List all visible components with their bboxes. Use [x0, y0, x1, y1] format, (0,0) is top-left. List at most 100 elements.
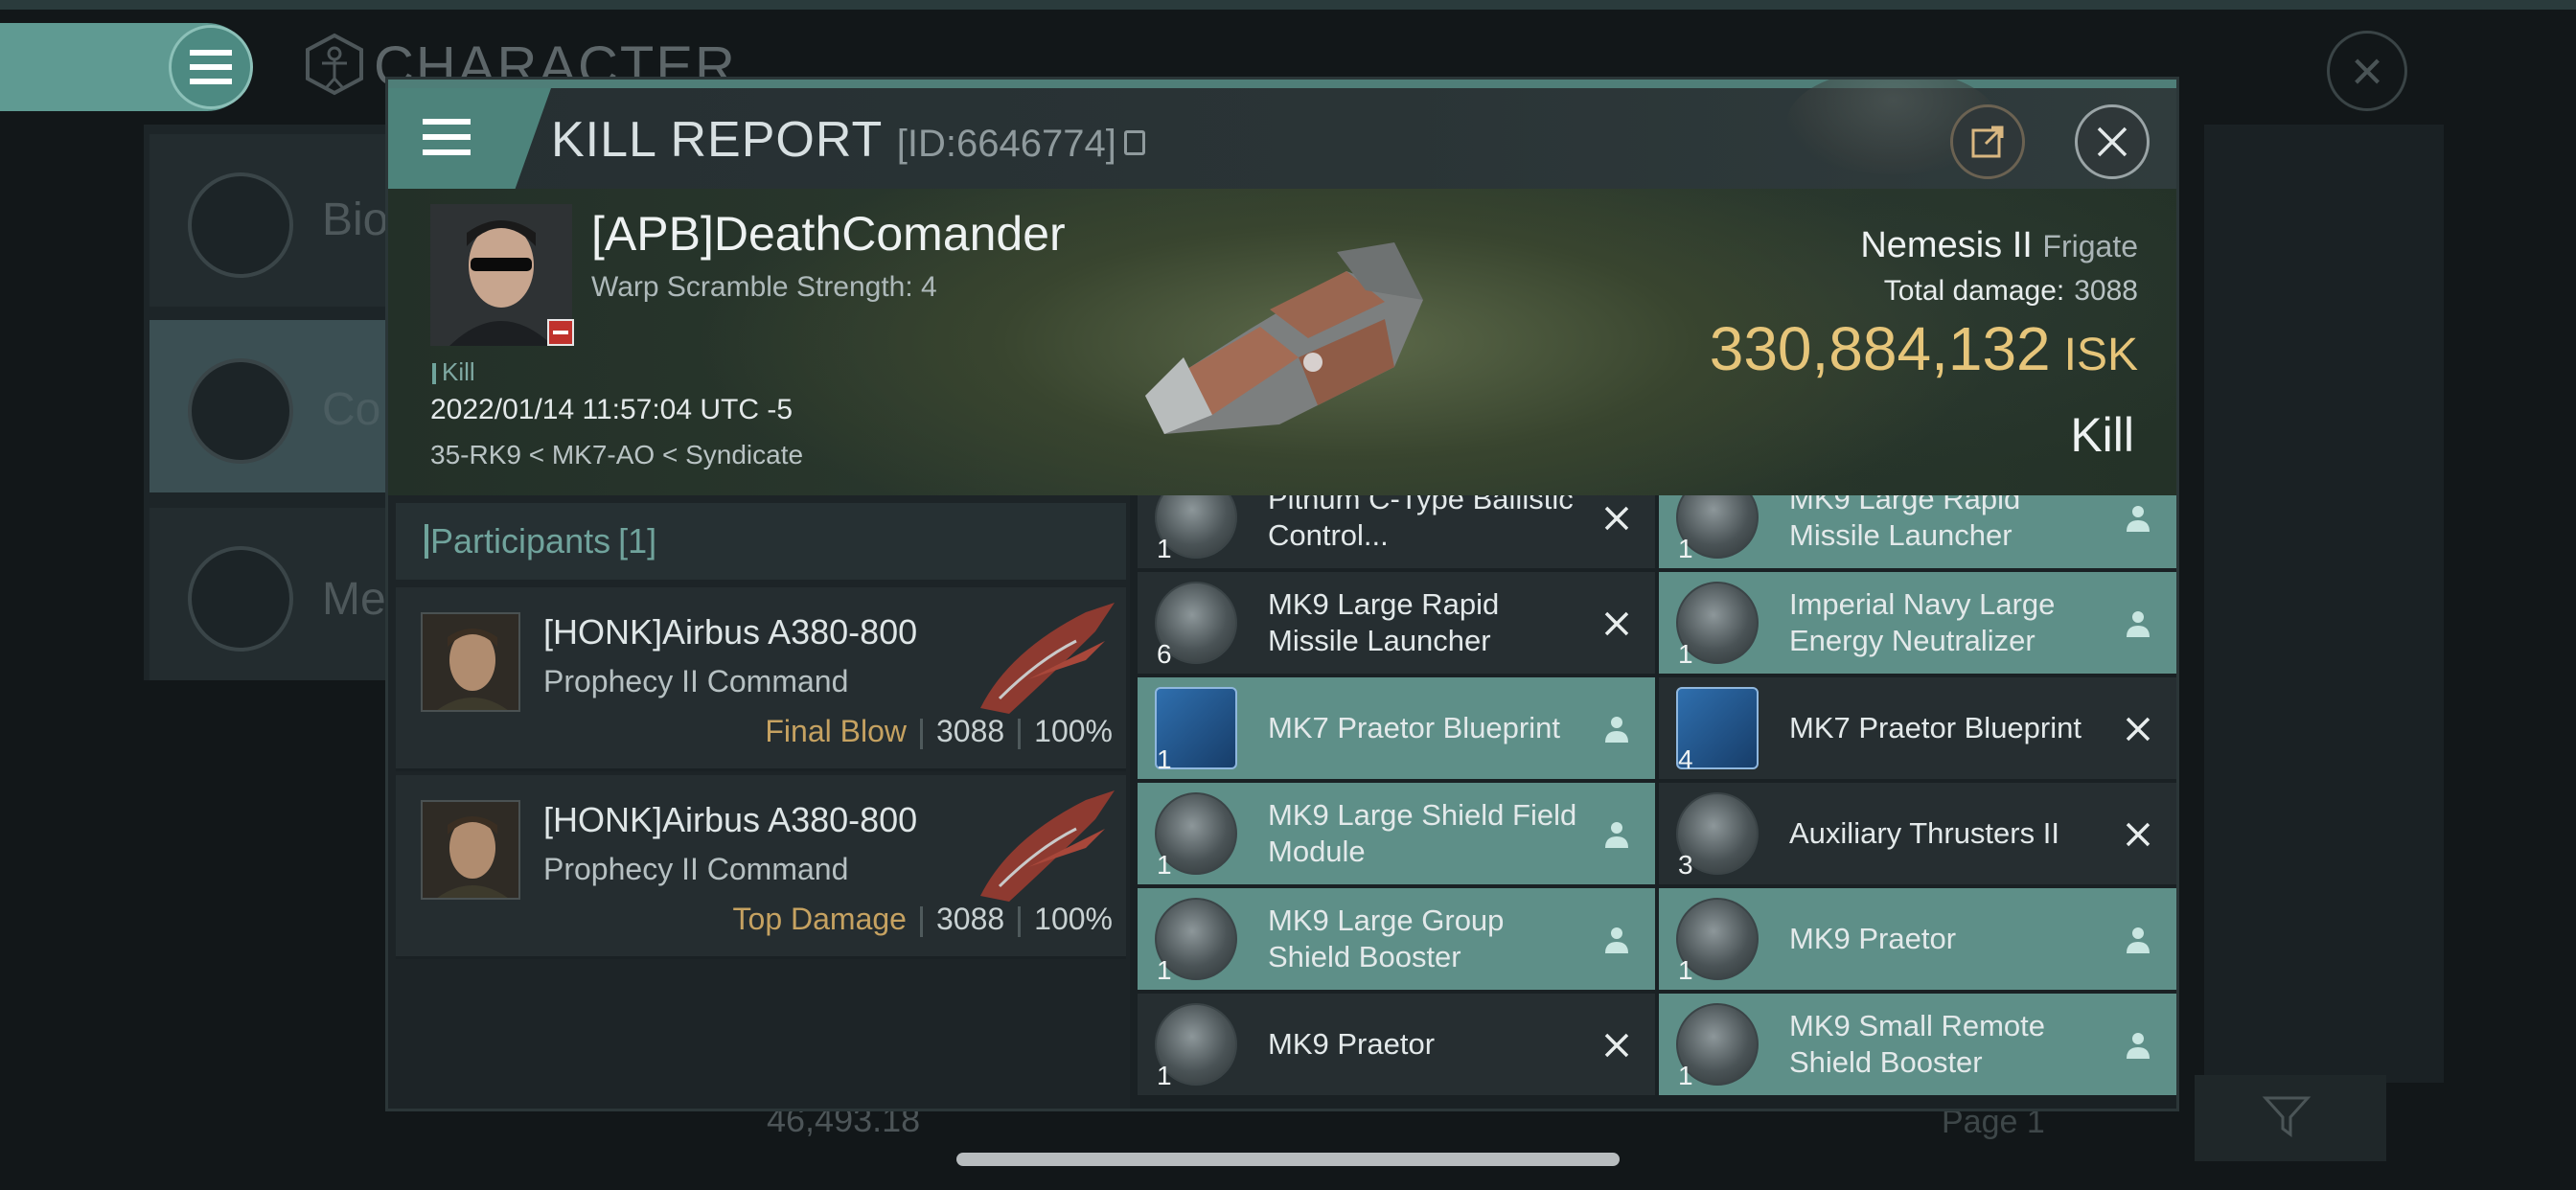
- item-quantity: 6: [1157, 639, 1172, 669]
- participant-damage: 3088: [935, 902, 1005, 936]
- crossed-swords-icon: [188, 358, 293, 464]
- item-dropped[interactable]: 1 MK9 Large Rapid Missile Launcher: [1659, 495, 2176, 568]
- item-name: MK9 Small Remote Shield Booster: [1789, 1009, 2046, 1079]
- participant-damage: 3088: [935, 714, 1005, 748]
- participants-header: Participants [1]: [396, 503, 1126, 580]
- modal-title: KILL REPORT [ID:6646774]: [551, 111, 1145, 169]
- item-dropped[interactable]: 1 MK9 Praetor: [1659, 888, 2176, 990]
- destroyed-x-icon: [2119, 710, 2157, 748]
- item-quantity: 1: [1157, 534, 1172, 563]
- destroyed-x-icon: [1598, 1026, 1636, 1064]
- participant-stats: Final Blow 3088 100%: [765, 714, 1113, 749]
- item-destroyed[interactable]: 4 MK7 Praetor Blueprint: [1659, 677, 2176, 779]
- participant-row[interactable]: [HONK]Airbus A380-800 Prophecy II Comman…: [396, 587, 1126, 771]
- close-button[interactable]: [2075, 104, 2150, 179]
- kill-tag-label: Kill: [442, 357, 475, 386]
- background-right-panel: [2204, 125, 2444, 1083]
- kill-tag: Kill: [432, 357, 475, 387]
- total-damage-value: 3088: [2074, 275, 2138, 307]
- participants-label: Participants: [430, 521, 611, 561]
- copy-icon[interactable]: [1123, 130, 1145, 156]
- item-name: MK9 Praetor: [1268, 1027, 1436, 1061]
- character-icon: [306, 33, 363, 96]
- filter-button[interactable]: [2195, 1075, 2386, 1161]
- items-grid: 1 Pithum C-Type Ballistic Control... 1 MK9 …: [1136, 495, 2176, 1109]
- kill-id: [ID:6646774]: [896, 123, 1116, 165]
- participant-percent: 100%: [1034, 902, 1113, 936]
- item-name: Auxiliary Thrusters II: [1789, 816, 2059, 850]
- kill-outcome: Kill: [2070, 408, 2134, 462]
- item-quantity: 1: [1678, 534, 1693, 563]
- filter-icon: [2262, 1096, 2312, 1137]
- item-dropped[interactable]: 1 MK9 Small Remote Shield Booster: [1659, 994, 2176, 1095]
- destroyed-x-icon: [2119, 815, 2157, 854]
- hamburger-icon: [423, 119, 471, 155]
- participant-row[interactable]: [HONK]Airbus A380-800 Prophecy II Comman…: [396, 775, 1126, 959]
- sidebar-item-label: Me: [322, 574, 386, 625]
- close-icon: [2097, 126, 2128, 157]
- participants-panel: Participants [1] [HONK]Airbus A380-800 Pr…: [388, 495, 1130, 1109]
- item-name: MK7 Praetor Blueprint: [1268, 711, 1560, 744]
- modal-title-text: KILL REPORT: [551, 112, 883, 168]
- victim-banner: [APB]DeathComander Warp Scramble Strengt…: [388, 189, 2176, 495]
- person-icon: [1598, 815, 1636, 854]
- close-icon: ×: [2351, 39, 2383, 103]
- background-close-button[interactable]: ×: [2327, 31, 2407, 111]
- top-bar: [0, 0, 2576, 10]
- item-name: MK9 Large Rapid Missile Launcher: [1789, 495, 2021, 552]
- background-menu-button[interactable]: [169, 25, 253, 109]
- participant-percent: 100%: [1034, 714, 1113, 748]
- item-dropped[interactable]: 1 MK7 Praetor Blueprint: [1138, 677, 1655, 779]
- item-name: MK9 Praetor: [1789, 922, 1957, 955]
- kill-report-modal: KILL REPORT [ID:6646774] [APB]DeathComan…: [385, 77, 2179, 1111]
- kill-datetime: 2022/01/14 11:57:04 UTC -5: [430, 394, 794, 425]
- item-name: MK7 Praetor Blueprint: [1789, 711, 2082, 744]
- participant-portrait: [421, 800, 520, 900]
- item-quantity: 1: [1157, 850, 1172, 880]
- item-quantity: 1: [1678, 639, 1693, 669]
- destroyed-x-icon: [1598, 499, 1636, 538]
- minus-icon: [553, 331, 568, 334]
- item-destroyed[interactable]: 1 Pithum C-Type Ballistic Control...: [1138, 495, 1655, 568]
- modal-menu-button[interactable]: [388, 88, 551, 189]
- item-destroyed[interactable]: 1 MK9 Praetor: [1138, 994, 1655, 1095]
- item-quantity: 1: [1678, 955, 1693, 985]
- item-name: Pithum C-Type Ballistic Control...: [1268, 495, 1574, 552]
- share-button[interactable]: [1950, 104, 2025, 179]
- person-icon: [2119, 499, 2157, 538]
- kill-location[interactable]: 35-RK9 < MK7-AO < Syndicate: [430, 440, 803, 470]
- list-icon: [188, 172, 293, 278]
- victim-name[interactable]: [APB]DeathComander: [591, 206, 1066, 262]
- item-quantity: 1: [1157, 744, 1172, 774]
- item-quantity: 1: [1157, 955, 1172, 985]
- item-quantity: 4: [1678, 744, 1693, 774]
- modal-header: KILL REPORT [ID:6646774]: [388, 80, 2176, 189]
- total-damage: Total damage: 3088: [1884, 275, 2138, 308]
- victim-ship-image[interactable]: [1107, 214, 1471, 453]
- participant-ship: Prophecy II Command: [543, 852, 849, 886]
- item-dropped[interactable]: 1 MK9 Large Shield Field Module: [1138, 783, 1655, 884]
- isk-amount: 330,884,132: [1709, 314, 2051, 383]
- sidebar-item-label: Bio: [322, 195, 389, 245]
- participants-count: [1]: [618, 521, 657, 561]
- item-destroyed[interactable]: 6 MK9 Large Rapid Missile Launcher: [1138, 572, 1655, 674]
- total-damage-label: Total damage:: [1883, 275, 2065, 307]
- participant-ship-image: [980, 603, 1115, 714]
- participant-name: [HONK]Airbus A380-800: [543, 612, 918, 652]
- item-name: MK9 Large Shield Field Module: [1268, 798, 1577, 868]
- warp-scramble-strength: Warp Scramble Strength: 4: [591, 271, 937, 303]
- home-indicator[interactable]: [956, 1153, 1620, 1166]
- item-destroyed[interactable]: 3 Auxiliary Thrusters II: [1659, 783, 2176, 884]
- person-icon: [1598, 710, 1636, 748]
- participant-role: Final Blow: [765, 714, 907, 748]
- participant-ship-image: [980, 790, 1115, 902]
- isk-unit: ISK: [2063, 330, 2138, 380]
- item-name: MK9 Large Group Shield Booster: [1268, 904, 1505, 973]
- item-dropped[interactable]: 1 MK9 Large Group Shield Booster: [1138, 888, 1655, 990]
- participant-name: [HONK]Airbus A380-800: [543, 800, 918, 839]
- victim-ship[interactable]: Nemesis II Frigate: [1860, 225, 2138, 266]
- item-dropped[interactable]: 1 Imperial Navy Large Energy Neutralizer: [1659, 572, 2176, 674]
- person-icon: [2119, 1026, 2157, 1064]
- star-icon: [188, 546, 293, 652]
- participant-ship: Prophecy II Command: [543, 664, 849, 698]
